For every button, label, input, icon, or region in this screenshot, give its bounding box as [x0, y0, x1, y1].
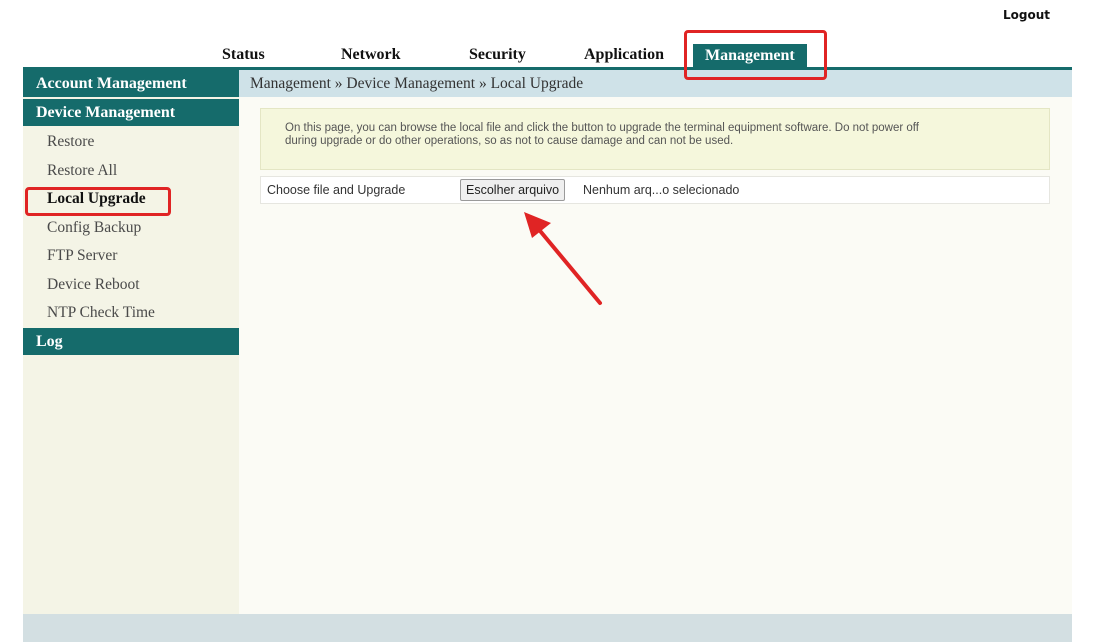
info-notice: On this page, you can browse the local f… [260, 108, 1050, 170]
notice-line-1: On this page, you can browse the local f… [285, 122, 919, 134]
sidebar-section-log[interactable]: Log [23, 327, 239, 355]
sidebar-item-restore-all[interactable]: Restore All [23, 157, 239, 186]
tab-application[interactable]: Application [584, 44, 664, 66]
upgrade-row: Choose file and Upgrade Escolher arquivo… [260, 176, 1050, 204]
footer-bar [23, 614, 1072, 642]
tab-status[interactable]: Status [222, 44, 265, 66]
tab-network[interactable]: Network [341, 44, 401, 66]
sidebar-item-ftp-server[interactable]: FTP Server [23, 242, 239, 271]
sidebar-section-account-management[interactable]: Account Management [23, 70, 239, 97]
sidebar-section-device-management[interactable]: Device Management [23, 99, 239, 126]
breadcrumb: Management » Device Management » Local U… [239, 70, 1072, 97]
annotation-arrow-icon [524, 212, 602, 305]
logout-link[interactable]: Logout [1003, 8, 1050, 22]
upgrade-label: Choose file and Upgrade [267, 183, 406, 197]
choose-file-button[interactable]: Escolher arquivo [460, 179, 566, 201]
sidebar-item-restore[interactable]: Restore [23, 128, 239, 157]
sidebar-item-device-reboot[interactable]: Device Reboot [23, 271, 239, 300]
sidebar-item-config-backup[interactable]: Config Backup [23, 214, 239, 243]
management-highlight-box [684, 30, 827, 80]
sidebar: Account Management Device Management Res… [23, 70, 239, 614]
tab-security[interactable]: Security [469, 44, 526, 66]
main-content: Management » Device Management » Local U… [239, 70, 1072, 614]
notice-line-2: during upgrade or do other operations, s… [285, 135, 734, 147]
local-upgrade-highlight-box [25, 187, 171, 216]
top-nav: Status Network Security Application Mana… [0, 44, 1102, 68]
sidebar-item-ntp-check-time[interactable]: NTP Check Time [23, 299, 239, 328]
